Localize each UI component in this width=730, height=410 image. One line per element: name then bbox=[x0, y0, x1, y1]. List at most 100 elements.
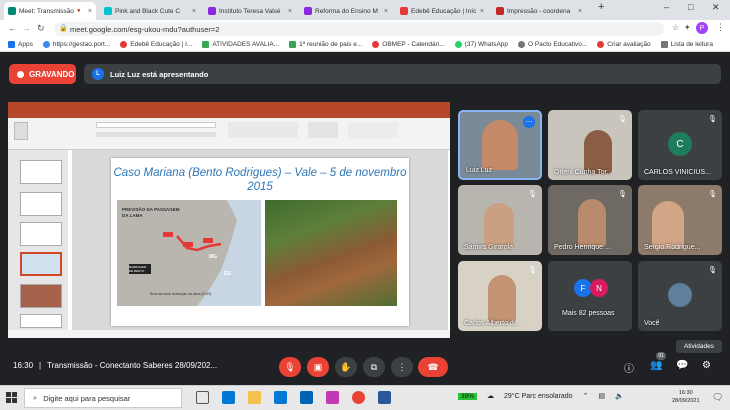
map-tag: BARRAGEM DE BENTO bbox=[129, 265, 147, 273]
reload-icon[interactable]: ↻ bbox=[37, 23, 45, 34]
minimize-button[interactable]: – bbox=[664, 2, 669, 12]
participant-tile[interactable]: 🎙 Carlos Alberto d... bbox=[458, 261, 542, 331]
word-icon[interactable] bbox=[378, 391, 391, 404]
slide-thumbnail-selected[interactable] bbox=[20, 252, 62, 276]
windows-start-icon[interactable] bbox=[6, 392, 17, 403]
close-tab-icon[interactable]: × bbox=[88, 8, 92, 15]
slide-thumbnail[interactable] bbox=[20, 314, 62, 328]
slide-thumbnail[interactable] bbox=[20, 222, 62, 246]
tab-edebe[interactable]: Edebê Educação | Iníc × bbox=[396, 2, 488, 20]
mic-off-icon: 🎙 bbox=[618, 191, 627, 198]
slide-thumbnail[interactable] bbox=[20, 160, 62, 184]
tab-canva[interactable]: Pink and Black Cute C × bbox=[100, 2, 200, 20]
bookmark-item[interactable]: OBMEP - Calendári... bbox=[372, 41, 445, 48]
bookmark-item[interactable]: Edebê Educação | I... bbox=[120, 41, 192, 48]
mail-icon[interactable] bbox=[300, 391, 313, 404]
slide-thumbnail[interactable] bbox=[20, 284, 62, 308]
raise-hand-button[interactable]: ✋ bbox=[335, 357, 357, 377]
edebe-icon bbox=[120, 41, 128, 48]
apps-grid-icon bbox=[8, 41, 15, 48]
more-participants-tile[interactable]: F N Mais 82 pessoas bbox=[548, 261, 632, 331]
media-icon[interactable] bbox=[326, 391, 339, 404]
site-icon bbox=[208, 7, 216, 15]
profile-avatar[interactable]: P bbox=[696, 22, 708, 34]
participant-tile[interactable]: 🎙 Samira Girarola bbox=[458, 185, 542, 255]
participant-tile[interactable]: ⋯ Luiz Luz bbox=[458, 110, 542, 180]
chat-icon[interactable]: 💬 bbox=[676, 360, 688, 371]
mic-off-icon: 🎙 bbox=[528, 267, 537, 274]
close-tab-icon[interactable]: × bbox=[384, 8, 388, 15]
new-tab-button[interactable]: + bbox=[598, 1, 604, 13]
bookmark-item[interactable]: (37) WhatsApp bbox=[454, 41, 508, 48]
bookmark-item[interactable]: 1ª reunião de pais e... bbox=[289, 41, 362, 48]
bookmark-item[interactable]: ATIVIDADES AVALIA... bbox=[202, 41, 279, 48]
star-icon[interactable]: ☆ bbox=[672, 23, 679, 32]
taskbar-clock[interactable]: 16:30 28/09/2021 bbox=[672, 389, 700, 405]
meeting-info: 16:30 | Transmissão - Conectanto Saberes… bbox=[13, 361, 217, 370]
camera-toggle-button[interactable]: ▣ bbox=[307, 357, 329, 377]
bookmark-item[interactable]: Criar avaliação bbox=[597, 41, 651, 48]
close-tab-icon[interactable]: × bbox=[288, 8, 292, 15]
tab-reforma[interactable]: Reforma do Ensino M × bbox=[300, 2, 392, 20]
bookmark-apps[interactable]: Apps bbox=[8, 41, 33, 48]
file-explorer-icon[interactable] bbox=[248, 391, 261, 404]
chrome-icon[interactable] bbox=[352, 391, 365, 404]
recording-badge[interactable]: GRAVANDO bbox=[9, 64, 76, 84]
bookmarks-bar: Apps https://gestao.port... Edebê Educaç… bbox=[0, 38, 730, 52]
obmep-icon bbox=[372, 41, 380, 48]
more-options-icon[interactable]: ⋯ bbox=[523, 116, 535, 128]
self-tile[interactable]: 🎙 Você bbox=[638, 261, 722, 331]
menu-icon[interactable]: ⋮ bbox=[716, 22, 725, 33]
edge-icon[interactable] bbox=[222, 391, 235, 404]
participant-tile[interactable]: 🎙 Orleni Cunha Tor... bbox=[548, 110, 632, 180]
meeting-details-icon[interactable]: ⓘ bbox=[624, 360, 634, 375]
close-tab-icon[interactable]: × bbox=[578, 8, 582, 15]
present-button[interactable]: ⧉ bbox=[363, 357, 385, 377]
participant-video bbox=[584, 130, 612, 174]
volume-icon[interactable]: 🔈 bbox=[615, 392, 624, 400]
mic-off-icon: 🎙 bbox=[708, 191, 717, 198]
network-icon[interactable]: ▤ bbox=[598, 392, 605, 400]
activities-tooltip: Atividades bbox=[676, 340, 722, 353]
participant-count-badge: 91 bbox=[656, 352, 666, 360]
participant-video bbox=[652, 201, 684, 249]
battery-indicator[interactable]: 39% bbox=[458, 392, 478, 400]
participant-tile[interactable]: 🎙 Pedro Henrique ... bbox=[548, 185, 632, 255]
leave-call-button[interactable]: ☎ bbox=[418, 357, 448, 377]
reading-list[interactable]: Lista de leitura bbox=[660, 41, 713, 48]
close-window-button[interactable]: ✕ bbox=[712, 2, 720, 13]
activities-icon[interactable]: ⚙ bbox=[702, 360, 711, 371]
shapes-gallery bbox=[308, 122, 338, 138]
meeting-title: Transmissão - Conectanto Saberes 28/09/2… bbox=[47, 361, 218, 370]
close-tab-icon[interactable]: × bbox=[480, 8, 484, 15]
map-caption: Área da lama Ilustração da lama (2015) bbox=[150, 292, 212, 296]
back-icon[interactable]: ← bbox=[8, 23, 17, 33]
tab-instituto[interactable]: Instituto Teresa Valsé × bbox=[204, 2, 296, 20]
store-icon[interactable] bbox=[274, 391, 287, 404]
notifications-icon[interactable]: 🗨 bbox=[712, 392, 723, 403]
extension-icon[interactable]: ✦ bbox=[684, 23, 691, 32]
taskbar-search[interactable]: ⌕ Digite aqui para pesquisar bbox=[24, 388, 182, 408]
forward-icon[interactable]: → bbox=[22, 23, 31, 33]
tab-impressao[interactable]: Impressão - coordena × bbox=[492, 2, 586, 20]
people-icon[interactable]: 👥 bbox=[650, 360, 662, 371]
lock-icon: 🔒 bbox=[59, 25, 68, 32]
slide-thumbnail[interactable] bbox=[20, 192, 62, 216]
chevron-up-icon[interactable]: ⌃ bbox=[583, 392, 589, 400]
mic-toggle-button[interactable]: 🎙 bbox=[279, 357, 301, 377]
bookmark-item[interactable]: https://gestao.port... bbox=[42, 41, 110, 48]
tab-meet[interactable]: Meet: Transmissão ● × bbox=[4, 2, 96, 20]
weather-text[interactable]: 29°C Parc ensolarado bbox=[504, 393, 573, 400]
address-bar[interactable]: 🔒 meet.google.com/esg-ukou-mdu?authuser=… bbox=[54, 22, 664, 36]
bookmark-item[interactable]: O Pacto Educativo... bbox=[518, 41, 587, 48]
participant-tile[interactable]: C 🎙 CARLOS VINICIUS... bbox=[638, 110, 722, 180]
whatsapp-icon bbox=[454, 41, 462, 48]
close-tab-icon[interactable]: × bbox=[192, 8, 196, 15]
participant-tile[interactable]: 🎙 Sergio Rodrigue... bbox=[638, 185, 722, 255]
record-dot-icon bbox=[17, 70, 24, 78]
task-view-icon[interactable] bbox=[196, 391, 209, 404]
maximize-button[interactable]: □ bbox=[688, 2, 693, 12]
more-options-button[interactable]: ⋮ bbox=[391, 357, 413, 377]
ppt-ribbon bbox=[8, 118, 450, 150]
map-marker bbox=[183, 242, 193, 247]
